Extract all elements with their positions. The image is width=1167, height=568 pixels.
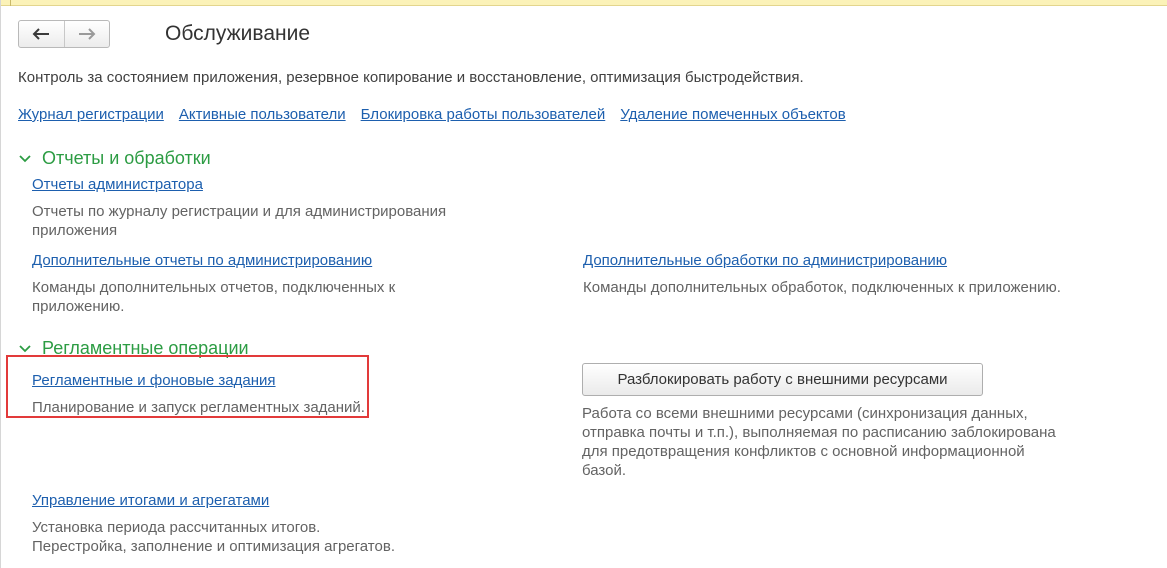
hint-line: отправка почты и т.п.), выполняемая по р…	[582, 424, 1056, 441]
hint-line: Работа со всеми внешними ресурсами (синх…	[582, 405, 1028, 422]
link-scheduled-jobs[interactable]: Регламентные и фоновые задания	[32, 372, 276, 389]
page-description: Контроль за состоянием приложения, резер…	[18, 69, 804, 86]
hint-line: для предотвращения конфликтов с основной…	[582, 443, 1025, 460]
navigation-buttons	[18, 20, 110, 48]
arrow-right-icon	[78, 28, 96, 40]
totals-hint: Установка периода рассчитанных итогов. П…	[32, 518, 395, 556]
top-links: Журнал регистрации Активные пользователи…	[18, 106, 861, 123]
section-reports-title: Отчеты и обработки	[42, 148, 211, 168]
extra-processors-hint: Команды дополнительных обработок, подклю…	[583, 278, 1061, 297]
hint-line: Команды дополнительных отчетов, подключе…	[32, 279, 396, 296]
extra-reports-hint: Команды дополнительных отчетов, подключе…	[32, 278, 395, 316]
left-border	[0, 0, 1, 568]
hint-line: Установка периода рассчитанных итогов.	[32, 519, 321, 536]
top-bar-mark	[10, 0, 11, 6]
section-scheduled-header[interactable]: Регламентные операции	[18, 338, 249, 359]
section-reports-header[interactable]: Отчеты и обработки	[18, 148, 211, 169]
link-delete-marked[interactable]: Удаление помеченных объектов	[620, 106, 845, 123]
back-button[interactable]	[19, 21, 64, 47]
hint-line: приложению.	[32, 298, 125, 315]
link-extra-processors[interactable]: Дополнительные обработки по администриро…	[583, 252, 947, 269]
unlock-hint: Работа со всеми внешними ресурсами (синх…	[582, 404, 1056, 480]
hint-line: Отчеты по журналу регистрации и для адми…	[32, 203, 447, 220]
scheduled-jobs-hint: Планирование и запуск регламентных задан…	[32, 398, 365, 417]
link-user-lock[interactable]: Блокировка работы пользователей	[361, 106, 606, 123]
admin-reports-hint: Отчеты по журналу регистрации и для адми…	[32, 202, 446, 240]
hint-line: базой.	[582, 462, 627, 479]
hint-line: Перестройка, заполнение и оптимизация аг…	[32, 538, 395, 555]
link-totals-aggregates[interactable]: Управление итогами и агрегатами	[32, 492, 269, 509]
forward-button[interactable]	[63, 21, 110, 47]
hint-line: приложения	[32, 222, 118, 239]
link-active-users[interactable]: Активные пользователи	[179, 106, 346, 123]
page-title: Обслуживание	[165, 22, 311, 45]
link-admin-reports[interactable]: Отчеты администратора	[32, 176, 203, 193]
hint-line: Планирование и запуск регламентных задан…	[32, 399, 365, 416]
unlock-external-resources-button[interactable]: Разблокировать работу с внешними ресурса…	[582, 363, 983, 396]
section-scheduled-title: Регламентные операции	[42, 338, 249, 358]
link-extra-reports[interactable]: Дополнительные отчеты по администрирован…	[32, 252, 372, 269]
hint-line: Команды дополнительных обработок, подклю…	[583, 279, 1061, 296]
link-event-log[interactable]: Журнал регистрации	[18, 106, 164, 123]
chevron-down-icon	[19, 154, 31, 162]
arrow-left-icon	[32, 28, 50, 40]
top-status-bar	[0, 0, 1167, 6]
chevron-down-icon	[19, 344, 31, 352]
